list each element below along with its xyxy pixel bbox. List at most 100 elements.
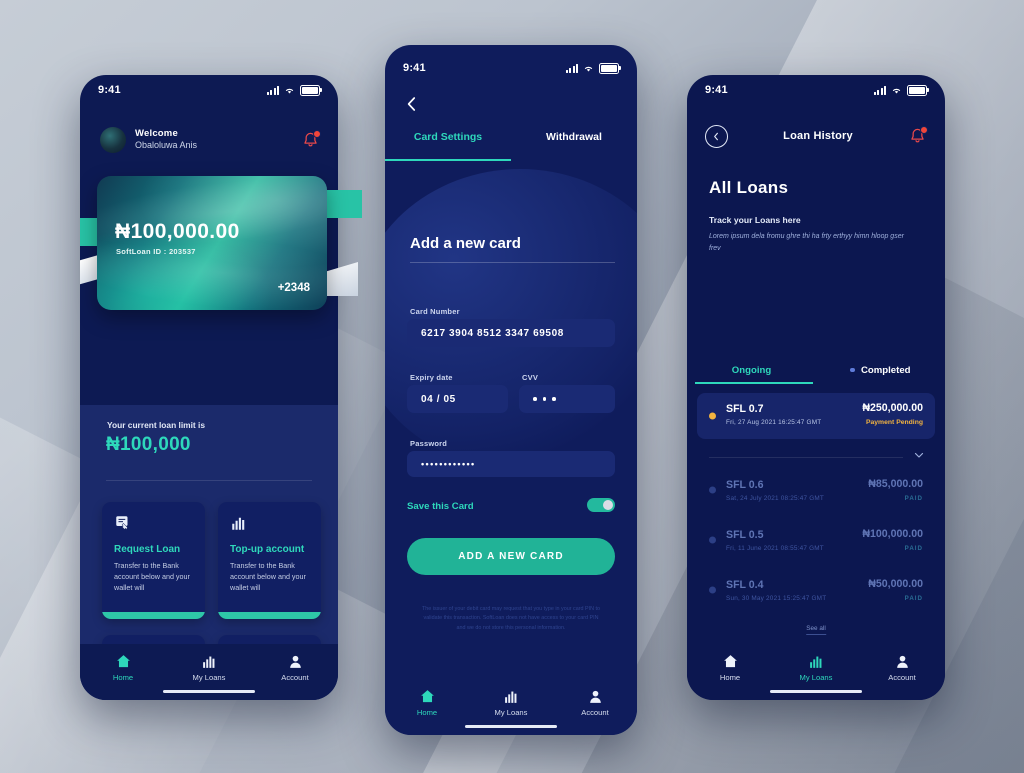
all-loans-heading: All Loans — [709, 178, 789, 197]
cvv-input[interactable] — [519, 385, 615, 413]
nav-label: Account — [888, 673, 916, 682]
status-time: 9:41 — [705, 84, 728, 96]
loan-row[interactable]: SFL 0.4 Sun, 30 May 2021 15:25:47 GMT ₦5… — [697, 569, 935, 611]
home-icon — [723, 655, 737, 668]
battery-icon — [907, 84, 929, 96]
password-input[interactable]: •••••••••••• — [407, 451, 615, 477]
status-bar: 9:41 — [80, 75, 338, 105]
loan-status: PAID — [904, 595, 923, 602]
row-divider — [709, 457, 903, 458]
expiry-label: Expiry date — [410, 373, 453, 382]
card-number-input[interactable]: 6217 3904 8512 3347 69508 — [407, 319, 615, 347]
user-name: Obaloluwa Anis — [135, 140, 198, 151]
nav-account[interactable]: Account — [252, 653, 338, 682]
nav-label: Home — [416, 708, 438, 717]
tab-completed[interactable]: Completed — [816, 357, 945, 383]
loan-amount: ₦50,000.00 — [868, 578, 923, 590]
nav-label: Account — [581, 708, 609, 717]
nav-my-loans[interactable]: My Loans — [773, 653, 859, 682]
tab-active-underline — [385, 159, 511, 161]
tile-description: Transfer to the Bank account below and y… — [230, 561, 306, 593]
phone-home-screen: 9:41 Welcome Obaloluwa Anis Your current… — [80, 75, 338, 700]
request-loan-icon — [116, 516, 128, 530]
track-loans-subheading: Track your Loans here — [709, 215, 801, 225]
phone-loan-history-screen: 9:41 Loan History All Loans Track your L… — [687, 75, 945, 700]
person-icon — [896, 655, 908, 668]
loan-row[interactable]: SFL 0.5 Fri, 11 June 2021 08:55:47 GMT ₦… — [697, 519, 935, 561]
loan-status: Payment Pending — [865, 419, 923, 426]
tile-title: Request Loan — [114, 544, 181, 555]
tab-withdrawal[interactable]: Withdrawal — [511, 127, 637, 161]
status-dot — [709, 536, 716, 544]
circle-chevron-left-icon — [714, 132, 718, 140]
chevron-down-icon[interactable] — [913, 449, 925, 461]
loan-amount: ₦85,000.00 — [868, 478, 923, 490]
cellular-signal-icon — [267, 85, 279, 95]
nav-account[interactable]: Account — [859, 653, 945, 682]
nav-account[interactable]: Account — [553, 688, 637, 717]
fine-print: The issuer of your debit card may reques… — [422, 606, 600, 631]
history-header: Loan History — [687, 121, 945, 151]
notification-bell-button[interactable] — [301, 129, 321, 150]
bottom-nav: Home My Loans Account — [687, 644, 945, 700]
add-new-card-button[interactable]: ADD A NEW CARD — [407, 538, 615, 575]
home-indicator — [163, 689, 255, 693]
balance-card[interactable]: ₦100,000.00 SoftLoan ID : 203537 +2348 — [97, 176, 327, 310]
loan-row-active[interactable]: SFL 0.7 Fri, 27 Aug 2021 16:25:47 GMT ₦2… — [697, 393, 935, 439]
card-balance: ₦100,000.00 — [115, 220, 240, 243]
status-bar: 9:41 — [687, 75, 945, 105]
bottom-nav: Home My Loans Account — [80, 644, 338, 700]
chevron-left-icon[interactable] — [403, 95, 421, 113]
chart-bars-icon — [202, 656, 214, 668]
loan-row[interactable]: SFL 0.6 Sat, 24 July 2021 08:25:47 GMT ₦… — [697, 469, 935, 511]
nav-label: Account — [281, 673, 309, 682]
loan-date: Fri, 27 Aug 2021 16:25:47 GMT — [726, 419, 822, 426]
tab-card-settings[interactable]: Card Settings — [385, 127, 511, 161]
avatar[interactable] — [100, 127, 126, 153]
status-dot — [709, 586, 716, 594]
notification-bell-button[interactable] — [908, 125, 928, 146]
lorem-text: Lorem ipsum dela fromu ghre thi ha frty … — [709, 233, 904, 252]
back-button[interactable] — [705, 124, 728, 148]
expiry-input[interactable]: 04 / 05 — [407, 385, 508, 413]
card-softloan-id: SoftLoan ID : 203537 — [116, 247, 196, 256]
nav-label: My Loans — [192, 673, 226, 682]
nav-my-loans[interactable]: My Loans — [469, 688, 553, 717]
tab-label: Ongoing — [731, 364, 772, 376]
nav-home[interactable]: Home — [687, 653, 773, 682]
nav-my-loans[interactable]: My Loans — [166, 653, 252, 682]
loan-limit-value: ₦100,000 — [106, 434, 191, 455]
wifi-icon — [584, 66, 593, 72]
tile-accent-bar — [218, 612, 321, 619]
home-icon — [420, 690, 434, 703]
title-divider — [410, 262, 615, 263]
nav-home[interactable]: Home — [80, 653, 166, 682]
tab-active-underline — [695, 382, 813, 384]
tab-ongoing[interactable]: Ongoing — [687, 357, 816, 383]
see-all-link[interactable]: See all — [806, 625, 826, 635]
notification-dot — [920, 125, 928, 134]
cellular-signal-icon — [874, 85, 886, 95]
loan-date: Fri, 11 June 2021 08:55:47 GMT — [726, 545, 824, 552]
card-last-digits: +2348 — [277, 282, 310, 294]
status-time: 9:41 — [98, 84, 121, 96]
wifi-icon — [892, 88, 901, 94]
wifi-icon — [285, 88, 294, 94]
loan-name: SFL 0.6 — [726, 479, 764, 491]
status-dot — [709, 486, 716, 494]
nav-home[interactable]: Home — [385, 688, 469, 717]
loan-name: SFL 0.7 — [726, 403, 764, 415]
card-tabs: Card Settings Withdrawal — [385, 127, 637, 161]
tile-request-loan[interactable]: Request Loan Transfer to the Bank accoun… — [102, 502, 205, 619]
home-indicator — [770, 689, 862, 693]
screenshot-stage: 9:41 Welcome Obaloluwa Anis Your current… — [0, 0, 1024, 773]
loan-date: Sun, 30 May 2021 15:25:47 GMT — [726, 595, 827, 602]
tile-title: Top-up account — [230, 544, 305, 555]
save-card-toggle[interactable] — [587, 498, 615, 512]
tile-accent-bar — [102, 612, 205, 619]
phone-card-settings-screen: 9:41 Card Settings Withdrawal Add a new … — [385, 45, 637, 735]
tab-dot-icon — [850, 367, 855, 373]
tile-topup-account[interactable]: Top-up account Transfer to the Bank acco… — [218, 502, 321, 619]
bottom-nav: Home My Loans Account — [385, 679, 637, 735]
greeting-label: Welcome — [135, 128, 178, 140]
